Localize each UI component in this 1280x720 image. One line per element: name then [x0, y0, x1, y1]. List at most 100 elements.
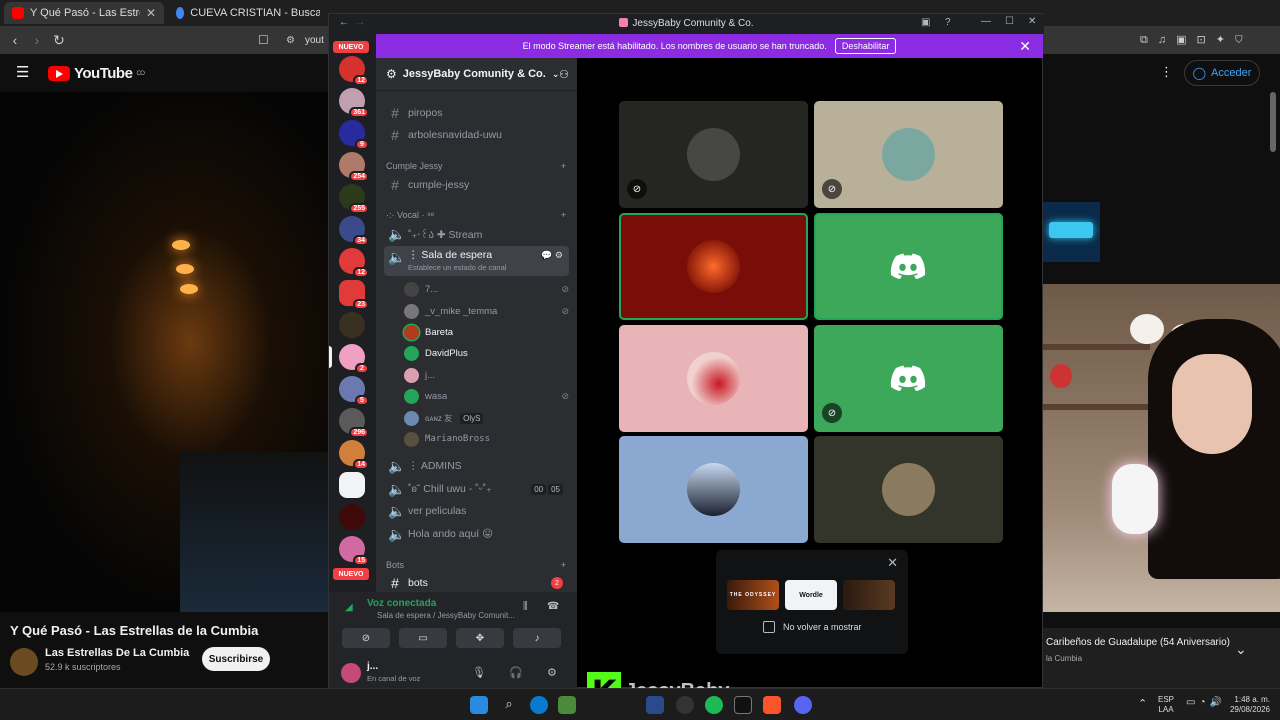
signin-button[interactable]: ◯ Acceder [1184, 60, 1260, 86]
forward-icon[interactable]: › [26, 32, 48, 48]
dont-show-again[interactable]: No volver a mostrar [763, 621, 862, 633]
my-avatar[interactable] [341, 663, 361, 683]
back-icon[interactable]: ‹ [4, 32, 26, 48]
voice-user[interactable]: Bareta [404, 323, 569, 341]
minimize-icon[interactable]: — [981, 16, 991, 27]
microphone-icon[interactable]: 🎙 [472, 666, 486, 679]
server-icon[interactable]: 9 [339, 120, 369, 150]
video-tile[interactable] [619, 325, 808, 432]
more-options-icon[interactable]: ⋮ [1160, 64, 1173, 80]
video-player[interactable] [0, 92, 328, 612]
voice-user[interactable]: MarianoBross [404, 430, 569, 448]
server-icon[interactable]: 361 [339, 88, 369, 118]
system-tray-icons[interactable]: ▭◔🔊 [1186, 697, 1226, 708]
close-banner-icon[interactable]: ✕ [1019, 38, 1031, 55]
help-icon[interactable]: ? [945, 17, 951, 28]
category-cumple[interactable]: Cumple Jessy + [386, 161, 566, 171]
epic-games-icon[interactable] [734, 696, 752, 714]
server-icon[interactable]: 5 [339, 376, 369, 406]
server-icon[interactable]: 15 [339, 536, 369, 566]
brave-icon[interactable] [763, 696, 781, 714]
app-icon[interactable] [646, 696, 664, 714]
server-icon[interactable]: 254 [339, 152, 369, 182]
server-icon[interactable]: 12 [339, 56, 369, 86]
add-channel-icon[interactable]: + [561, 161, 566, 171]
server-icon[interactable]: 296 [339, 408, 369, 438]
add-channel-icon[interactable]: + [561, 210, 566, 220]
settings-icon[interactable]: ⚙ [547, 666, 557, 679]
tab-google[interactable]: CUEVA CRISTIAN - Buscar con Googl [168, 2, 328, 24]
server-icon[interactable]: 23 [339, 280, 369, 310]
video-tile[interactable]: ⊘ [619, 101, 808, 208]
voice-channel-stream[interactable]: 🔈 ˚₊‧꒰ა ✚ Stream [384, 224, 569, 244]
voice-channel-peliculas[interactable]: 🔈 ver peliculas [384, 501, 569, 521]
voice-channel-sala[interactable]: 🔈 ⋮ Sala de espera Establece un estado d… [384, 246, 569, 276]
server-icon[interactable]: 34 [339, 216, 369, 246]
recommendation-card[interactable]: Caribeños de Guadalupe (54 Aniversario) … [1030, 628, 1280, 688]
inbox-icon[interactable]: ▣ [921, 17, 930, 28]
tab-youtube[interactable]: Y Qué Pasó - Las Estrellas de ✕ [4, 2, 164, 24]
screen-share-button[interactable]: ▭ [399, 628, 447, 648]
video-tile[interactable]: ⊘ [814, 325, 1003, 432]
subscribe-button[interactable]: Suscribirse [202, 647, 270, 671]
video-tile[interactable] [814, 436, 1003, 543]
language-indicator[interactable]: ESP LAA [1158, 695, 1174, 715]
voice-user[interactable]: _v_mike _temma ⊘ [404, 302, 569, 320]
video-tile[interactable]: ⊘ [814, 101, 1003, 208]
tab-close-icon[interactable]: ✕ [146, 6, 156, 20]
close-icon[interactable]: ✕ [1028, 16, 1036, 27]
channel-status[interactable]: Establece un estado de canal [408, 263, 506, 272]
headphones-icon[interactable]: 🎧 [509, 666, 523, 679]
video-tile[interactable] [619, 436, 808, 543]
voice-channel-chill[interactable]: 🔈 ˚ʚ˘ Chill uwu - ˚ᵕ˚₊ 00 05 [384, 479, 569, 499]
page-scrollbar[interactable] [1270, 92, 1276, 152]
channel-bots[interactable]: # bots 2 [384, 573, 569, 592]
channel-avatar[interactable] [10, 648, 38, 676]
activity-other[interactable] [843, 580, 895, 610]
tray-icon[interactable]: ⌃ [1138, 697, 1147, 710]
server-icon[interactable] [339, 312, 365, 338]
invite-icon[interactable]: ⚇ [559, 68, 569, 81]
voice-channel-hola[interactable]: 🔈 Hola ando aquí 😛 [384, 524, 569, 544]
video-tile-speaking[interactable] [619, 213, 808, 320]
spotify-icon[interactable] [705, 696, 723, 714]
extension-icons[interactable]: ⧉♫▣⊡✦⛉ [1140, 33, 1253, 47]
channel-cumple-jessy[interactable]: # cumple-jessy [384, 175, 569, 195]
discord-taskbar-icon[interactable] [794, 696, 812, 714]
activities-button[interactable]: ✥ [456, 628, 504, 648]
voice-user[interactable]: j... [404, 366, 569, 384]
disable-streamer-button[interactable]: Deshabilitar [834, 38, 897, 54]
server-icon[interactable]: 255 [339, 184, 369, 214]
maximize-icon[interactable]: ☐ [1005, 16, 1014, 27]
clock[interactable]: 1:48 a. m. 29/08/2026 [1226, 695, 1270, 715]
edge-icon[interactable] [530, 696, 548, 714]
signal-icon[interactable]: ◢ [345, 602, 353, 613]
add-channel-icon[interactable]: + [561, 560, 566, 570]
server-icon[interactable]: 12 [339, 248, 369, 278]
channel-name[interactable]: Las Estrellas De La Cumbia [45, 647, 189, 659]
app-icon[interactable] [558, 696, 576, 714]
disconnect-icon[interactable]: ☎ [547, 601, 559, 612]
obs-icon[interactable] [676, 696, 694, 714]
close-picker-icon[interactable]: ✕ [887, 555, 898, 571]
voice-user[interactable]: DavidPlus [404, 344, 569, 362]
server-icon[interactable]: 14 [339, 440, 369, 470]
noise-suppression-icon[interactable]: ⫼ [523, 601, 528, 612]
channel-piropos[interactable]: # piropos [384, 103, 569, 123]
url-text[interactable]: yout [305, 35, 324, 46]
voice-location[interactable]: Sala de espera / JessyBaby Comunit... [377, 611, 515, 620]
server-icon[interactable] [339, 504, 365, 530]
video-tile-speaking[interactable] [814, 213, 1003, 320]
chevron-down-icon[interactable]: ⌄ [1235, 641, 1247, 658]
voice-channel-admins[interactable]: 🔈 ⋮ ADMINS [384, 456, 569, 476]
camera-off-button[interactable]: ⊘ [342, 628, 390, 648]
voice-user[interactable]: wasa ⊘ [404, 387, 569, 405]
server-icon-active[interactable]: 2 [339, 344, 369, 374]
activity-odyssey[interactable]: THE ODYSSEY [727, 580, 779, 610]
menu-icon[interactable]: ☰ [16, 63, 29, 81]
youtube-logo[interactable]: YouTube CO [48, 65, 145, 82]
server-icon[interactable] [339, 472, 365, 498]
channel-arbolesnavidad[interactable]: # arbolesnavidad-uwu [384, 125, 569, 145]
reload-icon[interactable]: ↻ [48, 32, 70, 49]
category-vocal[interactable]: ·:· Vocal · ⁹ᵉ + [386, 210, 566, 220]
